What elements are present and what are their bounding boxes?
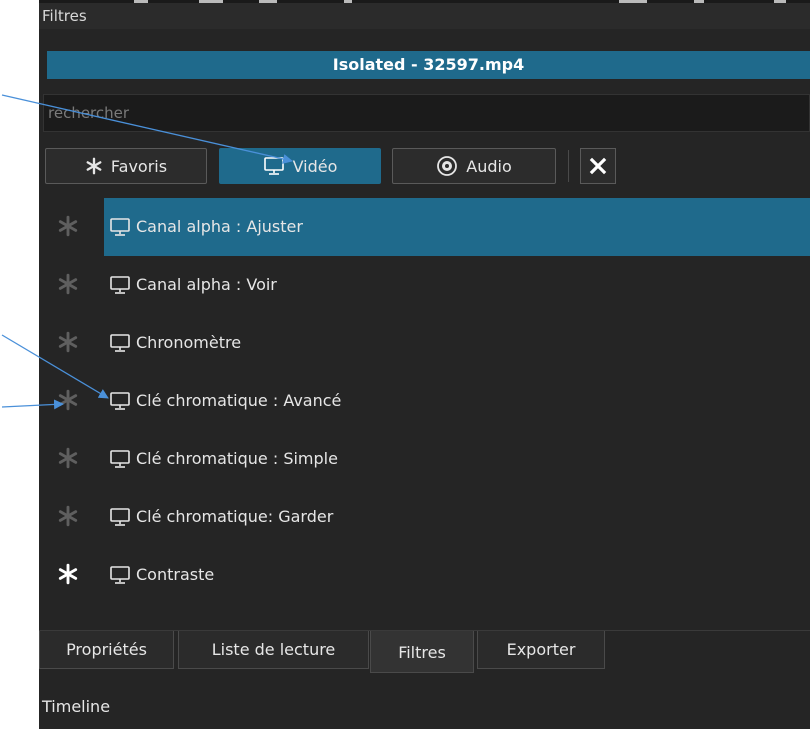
monitor-icon xyxy=(110,450,130,468)
filter-row[interactable]: Canal alpha : Voir xyxy=(39,256,810,314)
toolbar-divider xyxy=(568,150,569,182)
filter-label: Contraste xyxy=(136,565,215,584)
timeline-panel: Timeline xyxy=(39,674,810,729)
video-button-label: Vidéo xyxy=(292,156,338,176)
video-button[interactable]: Vidéo xyxy=(219,148,381,184)
tab-export[interactable]: Exporter xyxy=(477,631,605,669)
filter-row[interactable]: Clé chromatique : Avancé xyxy=(39,372,810,430)
filters-panel: Filtres Isolated - 32597.mp4 rechercher … xyxy=(39,0,810,729)
filter-label: Clé chromatique : Simple xyxy=(136,449,338,468)
close-icon xyxy=(589,157,607,175)
asterisk-icon[interactable] xyxy=(57,215,79,237)
filter-row[interactable]: Clé chromatique: Garder xyxy=(39,488,810,546)
filter-row[interactable]: Canal alpha : Ajuster xyxy=(39,198,810,256)
clear-filter-button[interactable] xyxy=(580,148,616,184)
favorites-button-label: Favoris xyxy=(110,156,168,176)
filter-row[interactable]: Chronomètre xyxy=(39,314,810,372)
asterisk-icon[interactable] xyxy=(57,505,79,527)
monitor-icon xyxy=(110,508,130,526)
tab-filters[interactable]: Filtres xyxy=(370,631,474,673)
filter-label: Clé chromatique: Garder xyxy=(136,507,334,526)
disc-icon xyxy=(437,156,458,176)
asterisk-icon xyxy=(86,157,102,175)
timeline-title: Timeline xyxy=(42,697,111,716)
asterisk-icon[interactable] xyxy=(57,273,79,295)
audio-button[interactable]: Audio xyxy=(392,148,556,184)
asterisk-icon[interactable] xyxy=(57,563,79,585)
monitor-icon xyxy=(110,334,130,352)
tab-properties[interactable]: Propriétés xyxy=(39,631,174,669)
panel-title: Filtres xyxy=(39,3,810,29)
clip-name-bar: Isolated - 32597.mp4 xyxy=(47,51,810,79)
filter-label: Clé chromatique : Avancé xyxy=(136,391,342,410)
monitor-icon xyxy=(110,392,130,410)
filter-row[interactable]: Clé chromatique : Simple xyxy=(39,430,810,488)
monitor-icon xyxy=(110,276,130,294)
search-input[interactable]: rechercher xyxy=(43,94,810,132)
monitor-icon xyxy=(263,157,284,175)
filter-label: Canal alpha : Ajuster xyxy=(136,217,303,236)
audio-button-label: Audio xyxy=(466,156,512,176)
filter-list: Canal alpha : Ajuster Canal alpha : Voir C… xyxy=(39,198,810,604)
asterisk-icon[interactable] xyxy=(57,331,79,353)
filter-label: Canal alpha : Voir xyxy=(136,275,277,294)
tab-playlist[interactable]: Liste de lecture xyxy=(178,631,369,669)
asterisk-icon[interactable] xyxy=(57,447,79,469)
monitor-icon xyxy=(110,566,130,584)
monitor-icon xyxy=(110,218,130,236)
dock-tabs: Propriétés Liste de lecture Filtres Expo… xyxy=(39,630,810,675)
filter-label: Chronomètre xyxy=(136,333,242,352)
favorites-button[interactable]: Favoris xyxy=(45,148,207,184)
asterisk-icon[interactable] xyxy=(57,389,79,411)
filter-row[interactable]: Contraste xyxy=(39,546,810,604)
